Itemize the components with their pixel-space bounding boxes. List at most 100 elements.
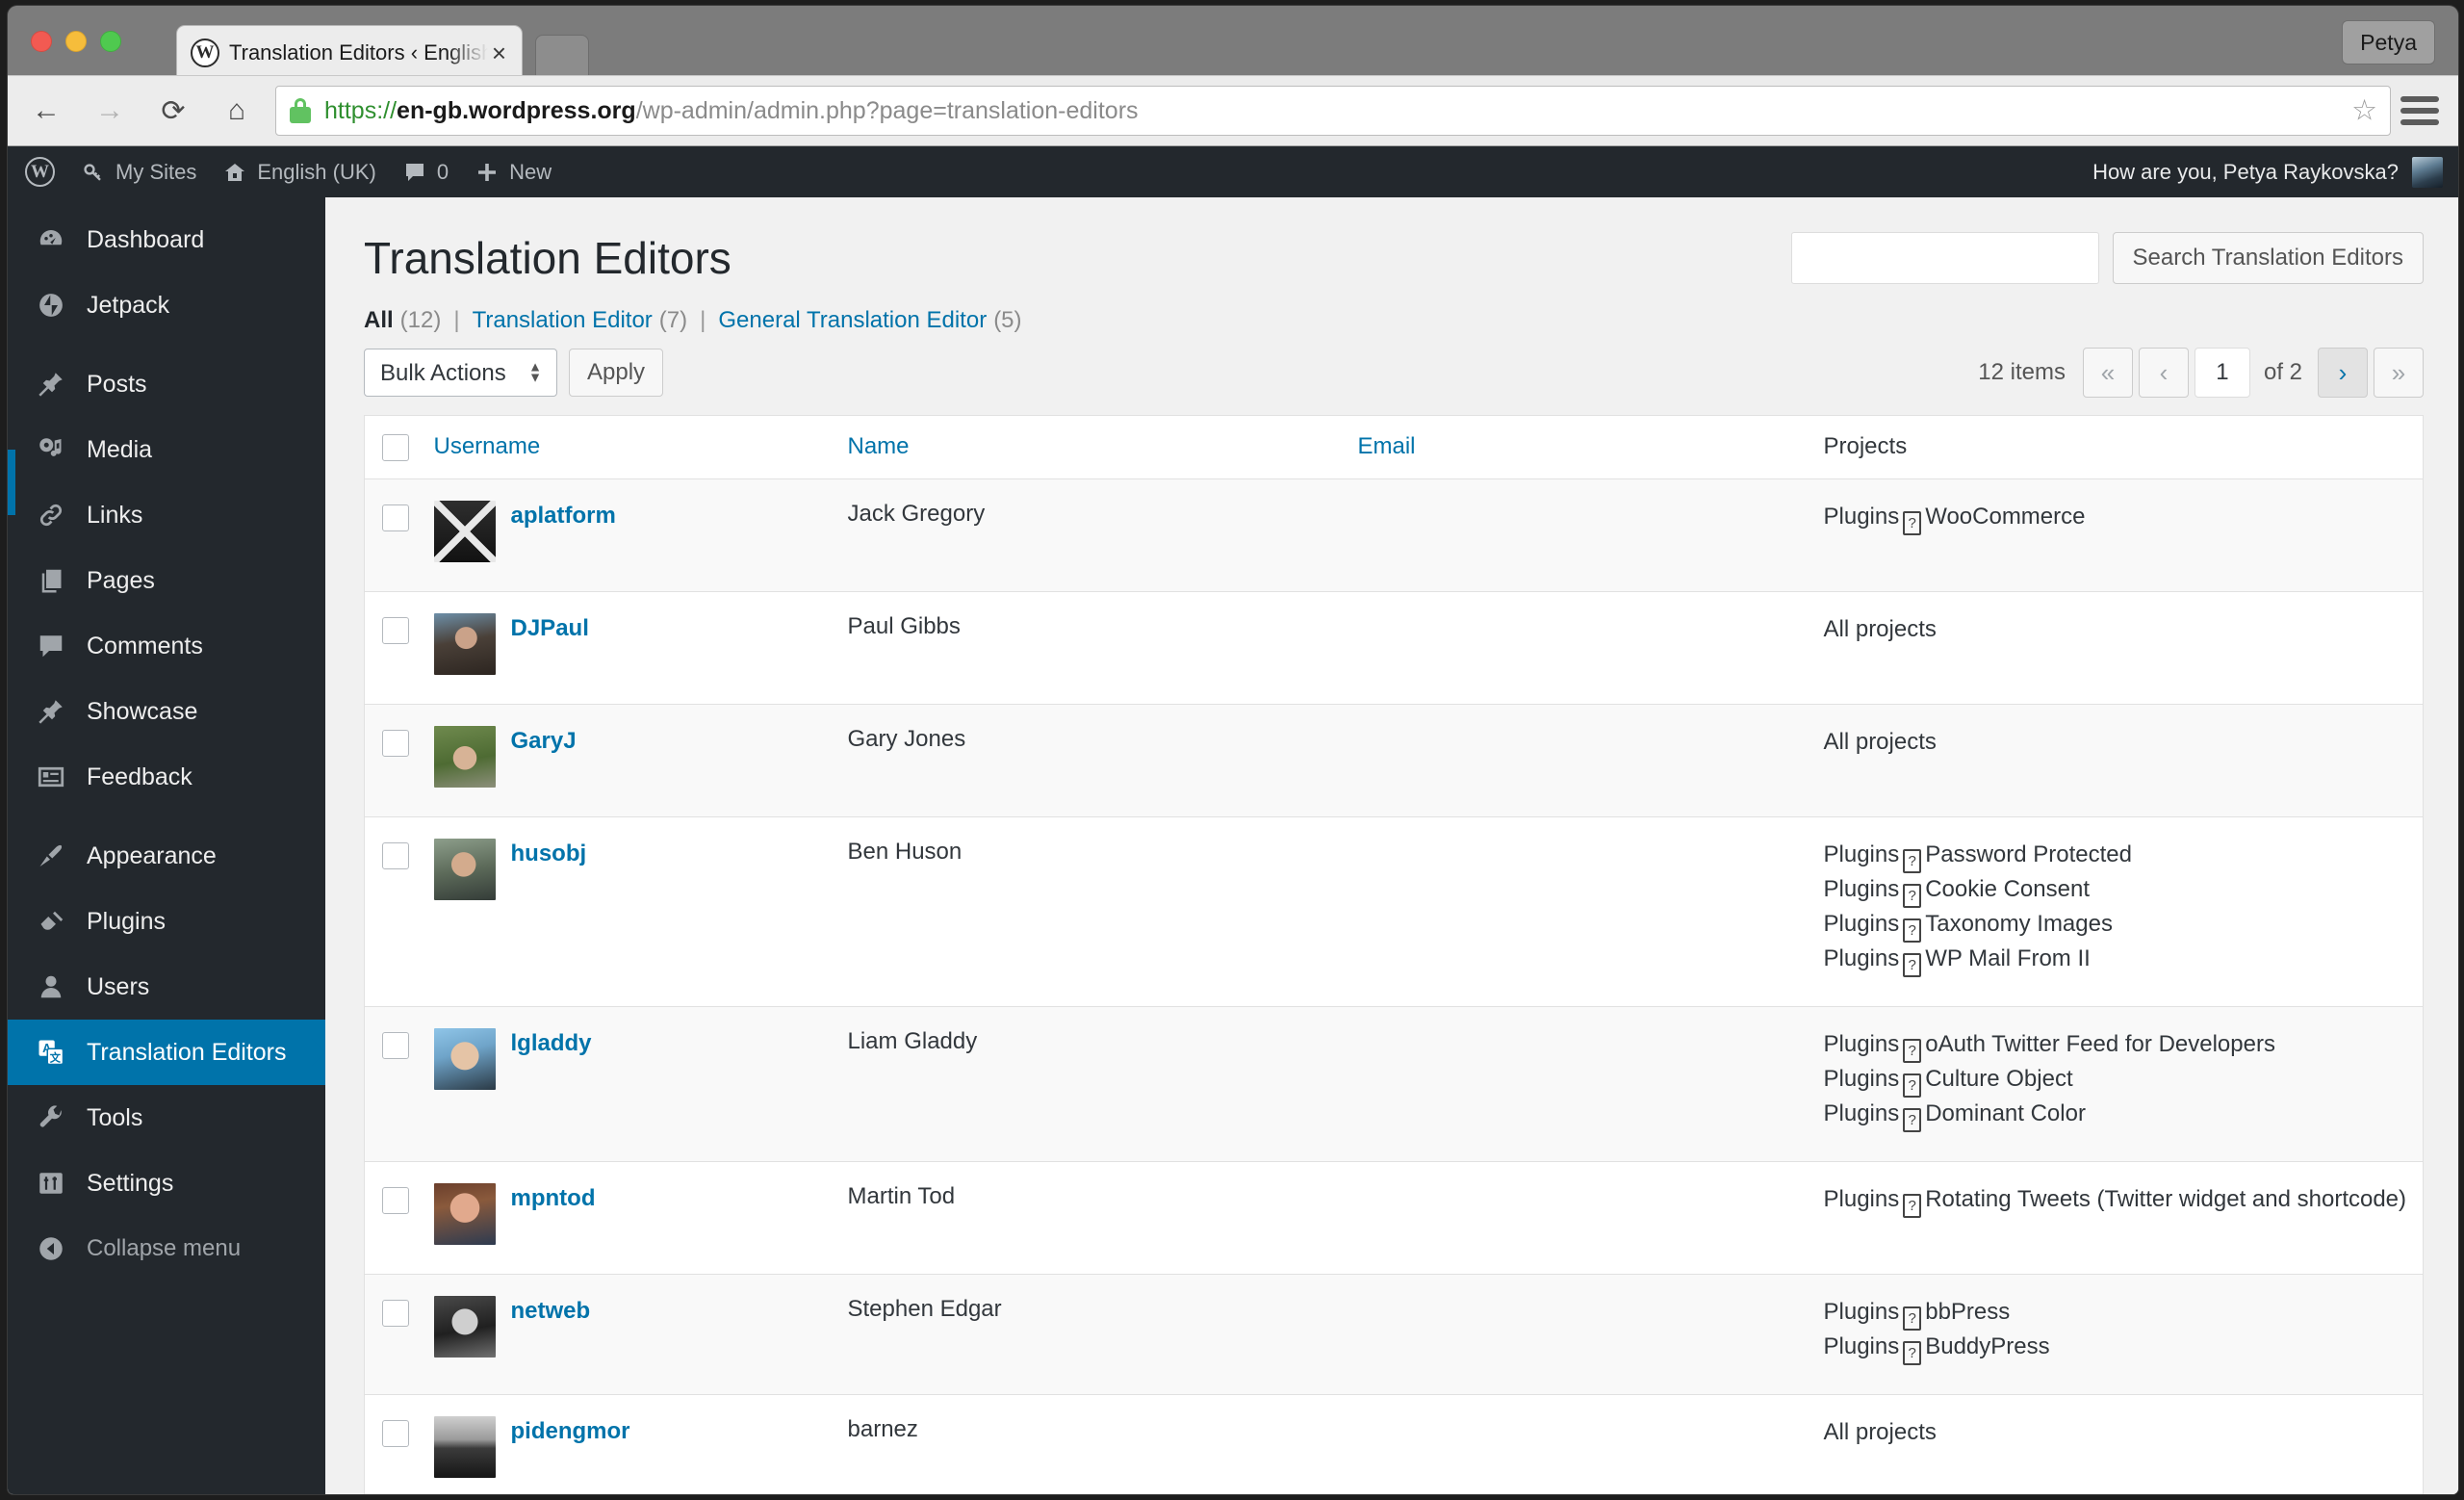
sidebar-item-users[interactable]: Users <box>8 954 325 1020</box>
username-link[interactable]: husobj <box>511 839 587 869</box>
reload-button[interactable]: ⟳ <box>148 86 198 136</box>
sidebar-item-label: Appearance <box>87 841 217 869</box>
column-header-email[interactable]: Email <box>1348 415 1810 479</box>
sidebar-item-pages[interactable]: Pages <box>8 548 325 613</box>
sidebar-item-tools[interactable]: Tools <box>8 1085 325 1151</box>
filter-translation-editor[interactable]: Translation Editor (7) <box>473 307 688 334</box>
username-link[interactable]: lgladdy <box>511 1028 592 1059</box>
table-row[interactable]: mpntod Martin Tod Plugins? Rotating Tweets … <box>364 1161 2424 1275</box>
sidebar-item-translation-editors[interactable]: A 文 Translation Editors <box>8 1020 325 1085</box>
column-header-username[interactable]: Username <box>424 415 838 479</box>
sidebar-item-label: Pages <box>87 566 155 594</box>
hamburger-menu-icon[interactable] <box>2400 96 2439 125</box>
bookmark-star-icon[interactable]: ☆ <box>2351 94 2377 128</box>
project-entry: All projects <box>1824 726 2414 759</box>
close-window-button[interactable] <box>31 31 52 52</box>
select-all-checkbox[interactable] <box>382 433 409 461</box>
project-prefix: Plugins <box>1823 841 1900 867</box>
filter-general-translation-editor[interactable]: General Translation Editor (5) <box>718 307 1021 334</box>
project-entry: Plugins? WP Mail From II <box>1824 943 2414 977</box>
sidebar-item-links[interactable]: Links <box>8 482 325 548</box>
url-path: /wp-admin/admin.php?page=translation-edi… <box>635 96 1139 124</box>
username-link[interactable]: DJPaul <box>511 613 589 644</box>
row-checkbox[interactable] <box>382 1420 409 1448</box>
avatar <box>433 838 496 900</box>
row-checkbox[interactable] <box>382 842 409 870</box>
filter-all[interactable]: All (12) <box>364 307 441 334</box>
sidebar-item-feedback[interactable]: Feedback <box>8 744 325 810</box>
username-link[interactable]: pidengmor <box>511 1416 630 1447</box>
apply-button[interactable]: Apply <box>569 349 664 397</box>
admin-bar-site-name[interactable]: English (UK) <box>210 146 389 197</box>
table-row[interactable]: netweb Stephen Edgar Plugins? bbPress Plugin… <box>364 1274 2424 1395</box>
username-link[interactable]: GaryJ <box>511 726 577 757</box>
sidebar-item-appearance[interactable]: Appearance <box>8 823 325 889</box>
profile-button[interactable]: Petya <box>2342 20 2435 65</box>
maximize-window-button[interactable] <box>100 31 121 52</box>
search-input[interactable] <box>1790 232 2099 284</box>
bulk-actions-select[interactable]: Bulk Actions <box>364 349 557 397</box>
project-entry: Plugins? Dominant Color <box>1824 1098 2414 1132</box>
sidebar-item-posts[interactable]: Posts <box>8 351 325 417</box>
new-tab-button[interactable] <box>535 35 589 79</box>
column-header-name-label[interactable]: Name <box>848 433 910 459</box>
sidebar-item-settings[interactable]: Settings <box>8 1151 325 1216</box>
admin-bar-comments[interactable]: 0 <box>390 146 462 197</box>
admin-bar-wp-logo[interactable]: W <box>8 146 68 197</box>
column-header-projects: Projects <box>1810 415 2424 479</box>
back-button[interactable]: ← <box>21 86 71 136</box>
home-button[interactable]: ⌂ <box>212 86 262 136</box>
row-checkbox[interactable] <box>382 504 409 532</box>
project-entry: All projects <box>1824 1416 2414 1449</box>
email-cell <box>1348 1161 1810 1274</box>
table-row[interactable]: aplatform Jack Gregory Plugins? WooCommerce <box>364 478 2424 592</box>
sidebar-item-showcase[interactable]: Showcase <box>8 679 325 744</box>
admin-bar-new-content[interactable]: New <box>462 146 565 197</box>
sidebar-collapse-menu[interactable]: Collapse menu <box>8 1216 325 1281</box>
filter-general-translation-editor-label[interactable]: General Translation Editor <box>718 307 987 333</box>
project-name: BuddyPress <box>1925 1332 2050 1359</box>
row-checkbox-cell <box>365 1006 424 1161</box>
address-bar[interactable]: https://en-gb.wordpress.org/wp-admin/adm… <box>275 86 2391 136</box>
column-header-username-label[interactable]: Username <box>434 433 541 459</box>
row-checkbox[interactable] <box>382 617 409 645</box>
username-link[interactable]: aplatform <box>511 501 616 531</box>
column-header-name[interactable]: Name <box>837 415 1348 479</box>
search-form: Search Translation Editors <box>1790 232 2424 284</box>
row-checkbox[interactable] <box>382 730 409 758</box>
sidebar-item-media[interactable]: Media <box>8 417 325 482</box>
row-checkbox[interactable] <box>382 1187 409 1215</box>
forward-button[interactable]: → <box>85 86 135 136</box>
sidebar-item-plugins[interactable]: Plugins <box>8 889 325 954</box>
admin-bar-account[interactable]: How are you, Petya Raykovska? <box>2092 156 2458 188</box>
project-name: WP Mail From II <box>1925 944 2091 971</box>
row-checkbox[interactable] <box>382 1032 409 1060</box>
minimize-window-button[interactable] <box>65 31 87 52</box>
current-page-input[interactable] <box>2194 348 2250 398</box>
column-header-email-label[interactable]: Email <box>1358 433 1416 459</box>
admin-bar-new-label: New <box>509 159 552 184</box>
search-translation-editors-button[interactable]: Search Translation Editors <box>2112 232 2424 284</box>
close-icon[interactable]: × <box>488 40 510 65</box>
next-page-button[interactable]: › <box>2318 348 2368 398</box>
items-count: 12 items <box>1978 359 2066 385</box>
projects-cell: Plugins? Password Protected Plugins? Cookie… <box>1810 816 2424 1006</box>
first-page-button[interactable]: « <box>2082 348 2133 398</box>
admin-bar-my-sites[interactable]: My Sites <box>68 146 210 197</box>
table-row[interactable]: pidengmor barnez All projects <box>364 1394 2424 1494</box>
table-row[interactable]: DJPaul Paul Gibbs All projects <box>364 591 2424 705</box>
table-row[interactable]: GaryJ Gary Jones All projects <box>364 704 2424 817</box>
sidebar-item-jetpack[interactable]: Jetpack <box>8 272 325 338</box>
row-checkbox[interactable] <box>382 1300 409 1328</box>
sidebar-item-comments[interactable]: Comments <box>8 613 325 679</box>
table-row[interactable]: lgladdy Liam Gladdy Plugins? oAuth Twitter … <box>364 1006 2424 1162</box>
browser-tab[interactable]: W Translation Editors ‹ English × <box>176 25 523 79</box>
prev-page-button[interactable]: ‹ <box>2138 348 2189 398</box>
sidebar-item-dashboard[interactable]: Dashboard <box>8 207 325 272</box>
window-controls <box>31 31 121 52</box>
last-page-button[interactable]: » <box>2374 348 2424 398</box>
username-link[interactable]: netweb <box>511 1296 591 1327</box>
table-row[interactable]: husobj Ben Huson Plugins? Password Protecte… <box>364 816 2424 1007</box>
filter-translation-editor-label[interactable]: Translation Editor <box>473 307 653 333</box>
username-link[interactable]: mpntod <box>511 1183 596 1214</box>
